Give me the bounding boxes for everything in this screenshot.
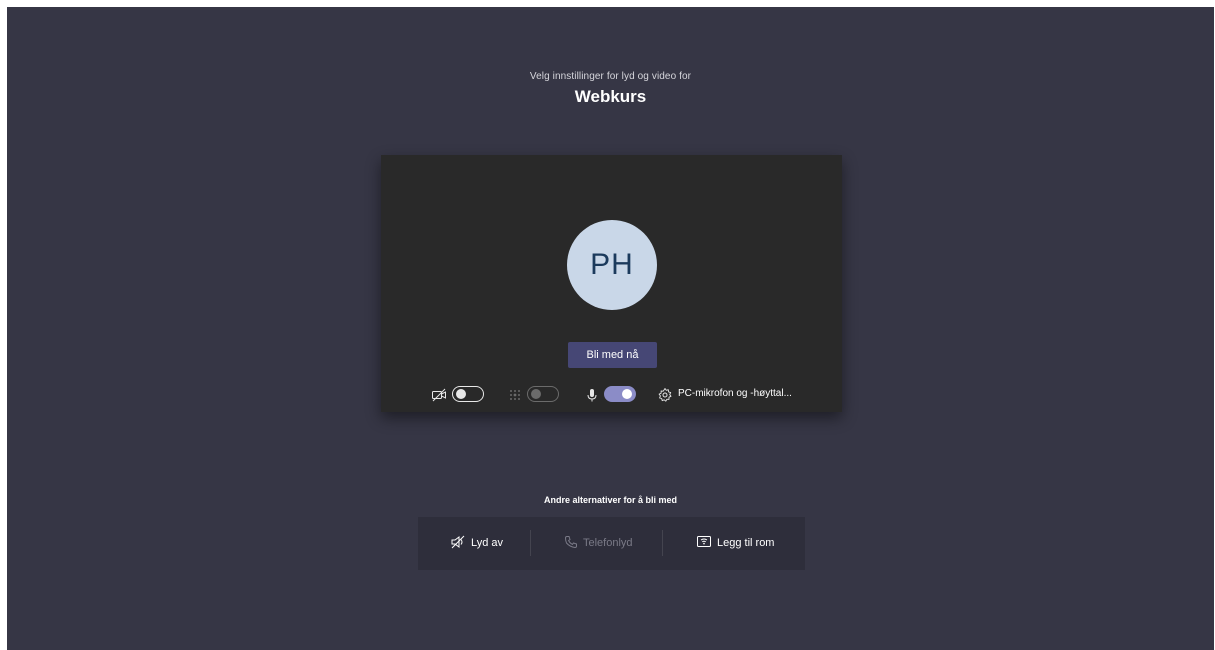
audio-device-label[interactable]: PC-mikrofon og -høyttal... [678,388,792,399]
video-preview: PH Bli med nå PC-mikrofon og -høyttal... [381,155,842,412]
avatar-initials: PH [590,248,634,281]
audio-off-label: Lyd av [471,537,504,549]
room-cast-icon [696,535,712,552]
alternatives-heading: Andre alternativer for å bli med [543,495,678,505]
camera-off-icon [431,387,447,403]
meeting-title: Webkurs [574,87,647,106]
phone-audio-label: Telefonlyd [583,537,633,549]
join-now-button[interactable]: Bli med nå [568,342,657,368]
alternatives-bar: Lyd av Telefonlyd Legg til rom [418,517,805,570]
background-blur-toggle[interactable] [527,386,559,402]
speaker-off-icon [450,535,466,552]
divider [530,530,531,556]
microphone-icon [584,387,600,403]
add-room-option[interactable]: Legg til rom [696,535,774,551]
background-blur-icon [507,387,523,403]
audio-off-option[interactable]: Lyd av [450,535,503,551]
microphone-toggle[interactable] [604,386,636,402]
avatar: PH [567,220,657,310]
divider [662,530,663,556]
phone-audio-option[interactable]: Telefonlyd [564,535,633,551]
phone-icon [564,535,578,552]
toggle-knob [456,389,466,399]
toggle-knob [531,389,541,399]
add-room-label: Legg til rom [717,537,775,549]
toggle-knob [622,389,632,399]
join-screen: Velg innstillinger for lyd og video for … [7,7,1214,650]
settings-subtitle: Velg innstillinger for lyd og video for [529,71,692,82]
camera-toggle[interactable] [452,386,484,402]
gear-icon[interactable] [657,387,673,403]
